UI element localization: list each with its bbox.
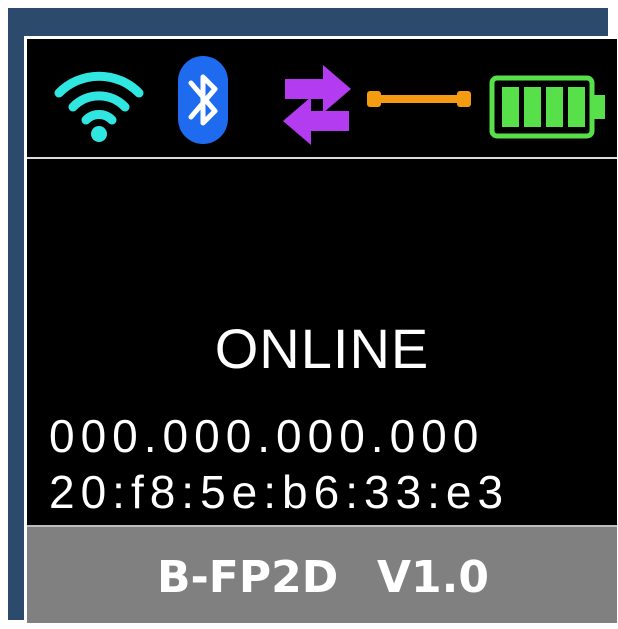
lcd-screen: ONLINE 000.000.000.000 20:f8:5e:b6:33:e3…: [24, 36, 618, 624]
cable-icon: [367, 91, 471, 107]
mac-address: 20:f8:5e:b6:33:e3: [49, 466, 510, 518]
model-name: B-FP2D: [157, 552, 339, 603]
connection-state: ONLINE: [214, 317, 430, 380]
info-footer: B-FP2D V1.0: [27, 525, 617, 623]
transfer-icon: [283, 65, 351, 145]
firmware-version: V1.0: [377, 552, 489, 603]
status-bar: [27, 39, 617, 159]
wifi-icon: [54, 71, 144, 142]
battery-icon: [489, 75, 605, 139]
device-frame: ONLINE 000.000.000.000 20:f8:5e:b6:33:e3…: [8, 8, 618, 624]
bluetooth-icon: [178, 56, 228, 144]
ip-address: 000.000.000.000: [49, 410, 485, 462]
